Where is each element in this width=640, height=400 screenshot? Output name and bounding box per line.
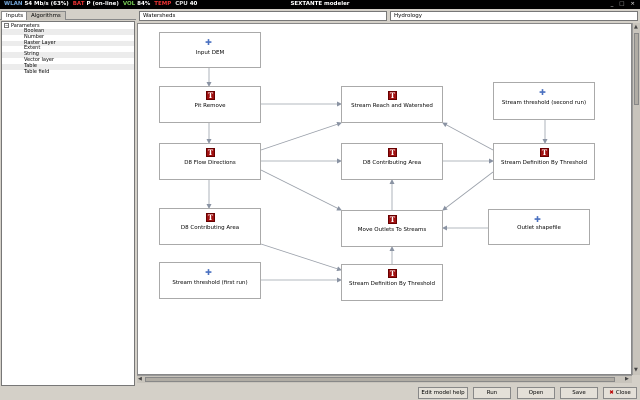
close-button[interactable]: ✖ Close: [603, 387, 637, 399]
plus-icon: ✚: [534, 215, 541, 224]
model-group-field[interactable]: Hydrology: [390, 11, 638, 21]
taudem-icon: T: [388, 269, 397, 278]
horizontal-scrollbar[interactable]: ◀ ▶: [137, 375, 632, 383]
tree-item-table-field[interactable]: Table field: [2, 69, 134, 76]
taudem-icon: T: [206, 213, 215, 222]
node-pit-remove[interactable]: T Pit Remove: [159, 86, 261, 123]
scroll-left-icon[interactable]: ◀: [138, 376, 142, 382]
taudem-icon: T: [206, 91, 215, 100]
node-label: D8 Contributing Area: [180, 225, 240, 231]
scroll-right-icon[interactable]: ▶: [625, 376, 629, 382]
connection-lines: [206, 68, 548, 283]
panel-tabs: Inputs Algorithms: [0, 10, 136, 20]
title-bar: WLAN 54 Mb/s (63%) BAT P (on-line) VOL 84% …: [0, 0, 640, 9]
node-d8-contributing-1[interactable]: T D8 Contributing Area: [341, 143, 443, 180]
node-label: Move Outlets To Streams: [357, 227, 427, 233]
node-threshold-first[interactable]: ✚ Stream threshold (first run): [159, 262, 261, 299]
vertical-scrollbar[interactable]: ▲ ▼: [632, 23, 640, 375]
scroll-up-icon[interactable]: ▲: [634, 24, 638, 30]
node-threshold-second[interactable]: ✚ Stream threshold (second run): [493, 82, 595, 120]
close-icon: ✖: [609, 390, 614, 396]
collapse-icon[interactable]: −: [4, 23, 9, 28]
scroll-thumb[interactable]: [145, 377, 615, 382]
edge-streamdef2-to-streamreach: [442, 122, 494, 151]
edge-d8flow-to-streamreach: [260, 121, 342, 151]
taudem-icon: T: [388, 91, 397, 100]
model-canvas[interactable]: ✚ Input DEM T Pit Remove T Stream Reach …: [137, 23, 632, 375]
scroll-down-icon[interactable]: ▼: [634, 367, 638, 373]
node-label: Stream threshold (first run): [172, 280, 248, 286]
node-stream-reach[interactable]: T Stream Reach and Watershed: [341, 86, 443, 123]
taudem-icon: T: [540, 148, 549, 157]
window-controls[interactable]: _ □ ×: [611, 1, 637, 7]
tab-algorithms[interactable]: Algorithms: [26, 11, 66, 20]
window-title: SEXTANTE modeler: [290, 1, 350, 7]
inputs-tree: − Parameters Boolean Number Raster Layer …: [1, 21, 135, 386]
taudem-icon: T: [388, 215, 397, 224]
save-button[interactable]: Save: [560, 387, 598, 399]
run-button[interactable]: Run: [473, 387, 511, 399]
scroll-thumb[interactable]: [634, 33, 639, 105]
node-d8-contributing-2[interactable]: T D8 Contributing Area: [159, 208, 261, 245]
left-panel: Inputs Algorithms − Parameters Boolean Nu…: [0, 10, 136, 387]
edge-streamdef2-to-moveoutlets: [442, 171, 494, 211]
node-stream-def-1[interactable]: T Stream Definition By Threshold: [341, 264, 443, 301]
plus-icon: ✚: [205, 268, 212, 277]
node-label: Outlet shapefile: [517, 225, 561, 231]
node-label: D8 Contributing Area: [362, 160, 422, 166]
node-label: Input DEM: [195, 50, 225, 56]
node-input-dem[interactable]: ✚ Input DEM: [159, 32, 261, 68]
plus-icon: ✚: [205, 38, 212, 47]
node-label: D8 Flow Directions: [184, 160, 236, 166]
node-d8-flow[interactable]: T D8 Flow Directions: [159, 143, 261, 180]
node-outlet-shapefile[interactable]: ✚ Outlet shapefile: [488, 209, 590, 245]
node-label: Stream Definition By Threshold: [349, 281, 435, 287]
node-label: Stream threshold (second run): [501, 100, 587, 106]
node-label: Pit Remove: [194, 103, 226, 109]
node-label: Stream Reach and Watershed: [351, 103, 433, 109]
node-label: Stream Definition By Threshold: [501, 160, 587, 166]
tree-root-parameters[interactable]: − Parameters: [2, 23, 134, 29]
taudem-icon: T: [206, 148, 215, 157]
edge-d8flow-to-moveoutlets: [260, 169, 342, 211]
node-stream-def-2[interactable]: T Stream Definition By Threshold: [493, 143, 595, 180]
node-move-outlets[interactable]: T Move Outlets To Streams: [341, 210, 443, 247]
model-name-field[interactable]: Watersheds: [139, 11, 387, 21]
button-bar: Edit model help Run Open Save ✖ Close: [137, 386, 640, 400]
taudem-icon: T: [388, 148, 397, 157]
model-info-bar: Watersheds Hydrology: [137, 10, 640, 22]
open-button[interactable]: Open: [517, 387, 555, 399]
plus-icon: ✚: [539, 88, 546, 97]
close-label: Close: [615, 390, 631, 396]
edit-model-help-button[interactable]: Edit model help: [418, 387, 468, 399]
tab-inputs[interactable]: Inputs: [1, 11, 29, 20]
edge-contrib2-to-streamdef1: [260, 243, 342, 272]
